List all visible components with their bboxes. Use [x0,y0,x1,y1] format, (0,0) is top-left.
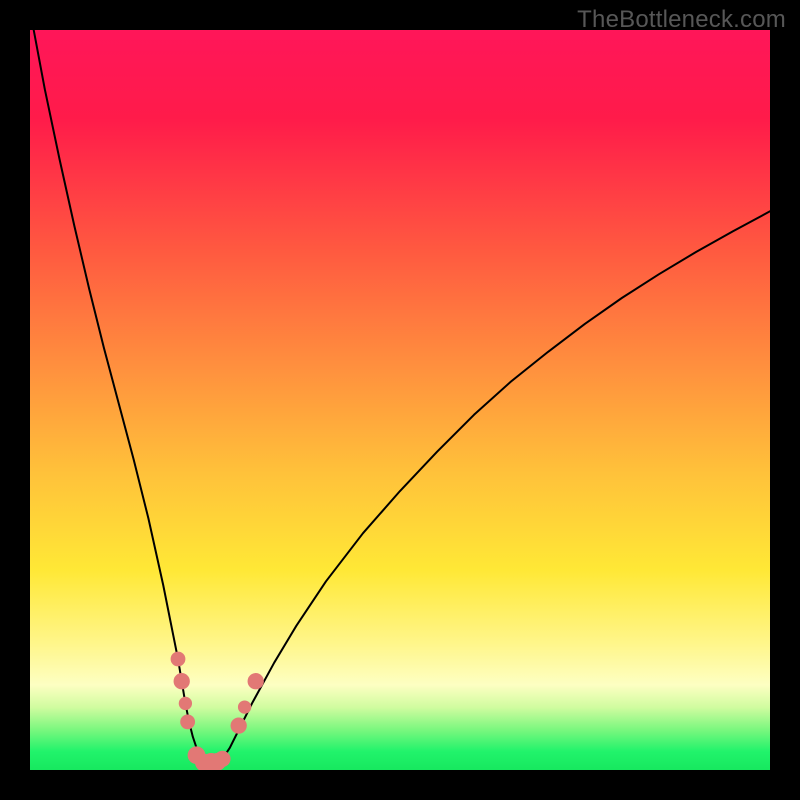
chart-stage: TheBottleneck.com [0,0,800,800]
data-marker [248,673,264,689]
data-marker [174,673,190,689]
data-marker [180,715,195,730]
watermark-text: TheBottleneck.com [577,6,786,34]
data-markers [30,30,770,770]
data-marker [171,652,186,667]
data-marker [179,697,192,710]
data-marker [238,700,251,713]
data-marker [231,717,247,733]
data-marker [214,751,230,767]
plot-area [30,30,770,770]
